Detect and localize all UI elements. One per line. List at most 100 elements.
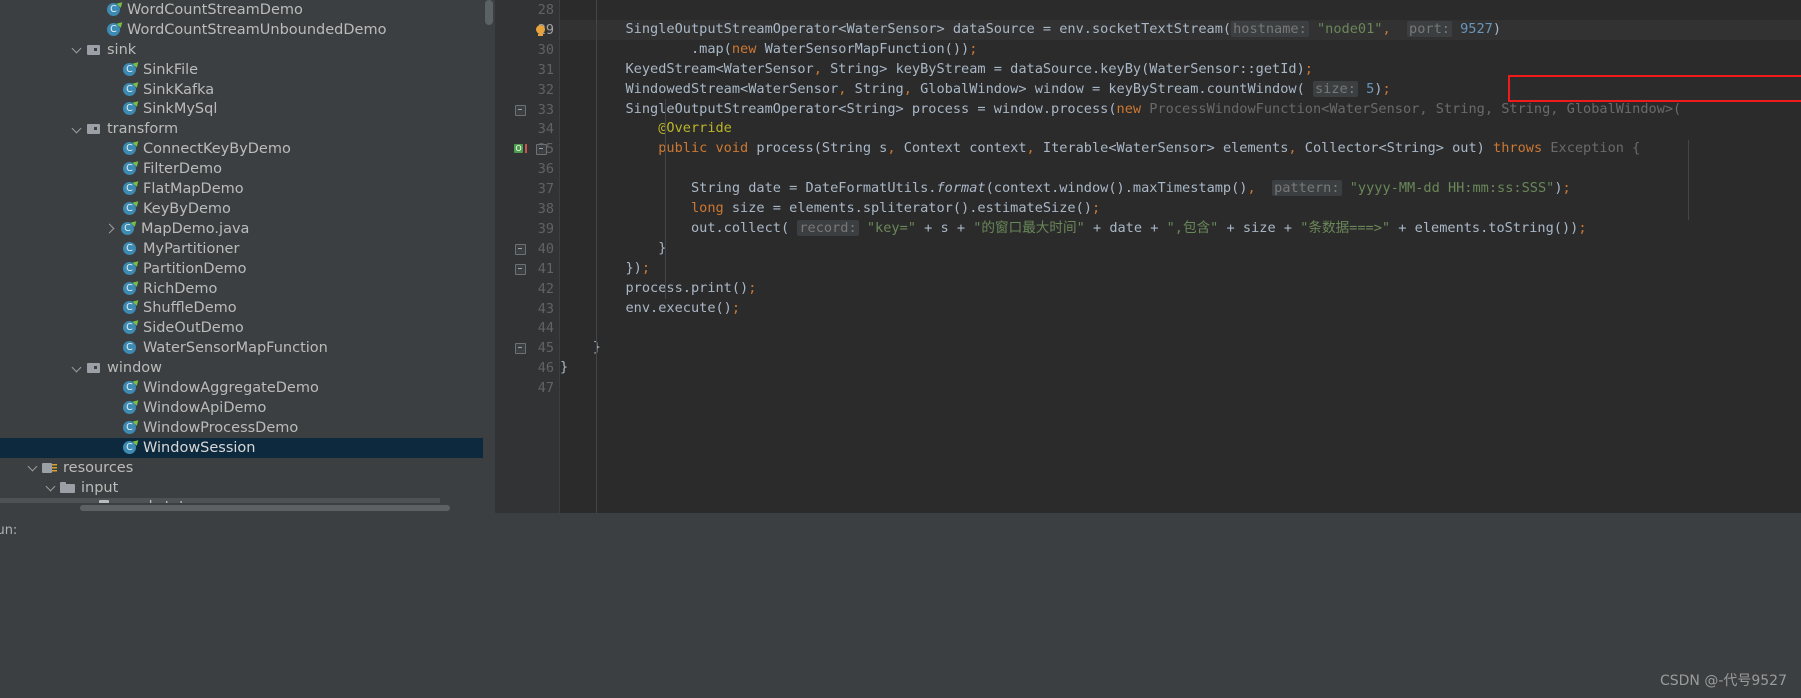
tree-item-richdemo[interactable]: RichDemo — [0, 278, 483, 299]
code-token: Exception { — [1542, 140, 1641, 157]
tree-item-label: WindowSession — [143, 439, 256, 456]
tree-item-windowaggregatedemo[interactable]: WindowAggregateDemo — [0, 378, 483, 398]
run-label: Run: — [0, 523, 18, 538]
tree-item-windowsession[interactable]: WindowSession — [0, 437, 483, 458]
code-token: "的窗口最大时间" — [973, 219, 1085, 236]
code-token: , — [1247, 180, 1256, 197]
tree-item-resources[interactable]: resources — [0, 458, 483, 478]
code-line-39[interactable]: out.collect( record: "key=" + s + "的窗口最大… — [560, 219, 1587, 239]
tree-horizontal-scrollbar[interactable] — [0, 503, 483, 513]
code-token: SingleOutputStreamOperator<WaterSensor> … — [560, 20, 1232, 37]
tree-item-label: MapDemo.java — [141, 220, 250, 237]
code-fold-icon[interactable] — [515, 263, 526, 275]
tree-item-wordcountstreamunboundeddemo[interactable]: WordCountStreamUnboundedDemo — [0, 19, 483, 40]
code-line-34[interactable]: @Override — [560, 119, 732, 139]
code-line-32[interactable]: WindowedStream<WaterSensor, String, Glob… — [560, 80, 1391, 100]
ide-window: WordCountStreamDemo WordCountStreamUnboun… — [0, 0, 1801, 698]
package-icon — [86, 360, 102, 376]
tree-item-wordcountstreamdemo[interactable]: WordCountStreamDemo — [0, 0, 483, 20]
tree-item-label: WordCountStreamDemo — [127, 1, 303, 18]
code-line-40[interactable]: } — [560, 239, 666, 259]
code-fold-icon[interactable] — [515, 243, 526, 255]
tree-item-shuffledemo[interactable]: ShuffleDemo — [0, 298, 483, 319]
code-token: (context.window().maxTimestamp() — [985, 180, 1248, 197]
tree-item-sink[interactable]: sink — [0, 40, 483, 60]
tree-item-keybydemo[interactable]: KeyByDemo — [0, 199, 483, 219]
code-fold-icon[interactable] — [515, 343, 526, 355]
chevron-down-icon[interactable] — [71, 43, 84, 56]
code-line-29[interactable]: SingleOutputStreamOperator<WaterSensor> … — [560, 20, 1501, 40]
code-line-35[interactable]: public void process(String s, Context co… — [560, 139, 1640, 159]
intention-bulb-icon[interactable] — [536, 24, 545, 36]
code-line-45[interactable]: } — [560, 338, 601, 358]
chevron-down-icon[interactable] — [71, 123, 84, 136]
code-fold-icon[interactable] — [515, 104, 526, 116]
tree-item-label: sink — [107, 41, 137, 58]
code-line-30[interactable]: .map(new WaterSensorMapFunction()); — [560, 40, 977, 60]
tree-item-sinkmysql[interactable]: SinkMySql — [0, 99, 483, 120]
java-class-runnable-icon — [122, 398, 141, 416]
tree-item-transform[interactable]: transform — [0, 119, 483, 139]
tree-item-sideoutdemo[interactable]: SideOutDemo — [0, 318, 483, 338]
tree-item-mypartitioner[interactable]: MyPartitioner — [0, 239, 483, 259]
tree-item-connectkeybydemo[interactable]: ConnectKeyByDemo — [0, 139, 483, 159]
tree-hscrollbar-thumb[interactable] — [80, 505, 450, 511]
tree-item-partitiondemo[interactable]: PartitionDemo — [0, 258, 483, 279]
line-number: 37 — [537, 181, 554, 198]
code-content[interactable]: SingleOutputStreamOperator<WaterSensor> … — [560, 0, 1801, 513]
chevron-down-icon[interactable] — [45, 481, 58, 494]
line-number: 42 — [537, 280, 554, 297]
code-line-31[interactable]: KeyedStream<WaterSensor, String> keyBySt… — [560, 60, 1313, 80]
tree-item-input[interactable]: input — [0, 478, 483, 498]
line-number: 40 — [537, 240, 554, 257]
chevron-down-icon[interactable] — [71, 362, 84, 375]
code-line-43[interactable]: env.execute(); — [560, 299, 740, 319]
tree-item-label: SinkMySql — [143, 101, 218, 118]
code-token: WaterSensorMapFunction()) — [756, 40, 970, 57]
tree-scrollbar-thumb[interactable] — [485, 0, 493, 25]
java-class-runnable-icon — [122, 278, 141, 297]
project-tree-panel[interactable]: WordCountStreamDemo WordCountStreamUnboun… — [0, 0, 495, 513]
tree-item-mapdemo-java[interactable]: MapDemo.java — [0, 218, 483, 239]
code-line-41[interactable]: }); — [560, 259, 650, 279]
tree-item-filterdemo[interactable]: FilterDemo — [0, 159, 483, 179]
code-token: WindowedStream<WaterSensor — [560, 80, 839, 97]
code-editor[interactable]: 2829303132333435363738394041424344454647… — [495, 0, 1801, 513]
tree-item-sinkfile[interactable]: SinkFile — [0, 59, 483, 80]
line-number: 46 — [537, 360, 554, 377]
editor-gutter[interactable]: 2829303132333435363738394041424344454647… — [495, 0, 560, 513]
tree-item-label: transform — [107, 121, 179, 138]
tree-item-label: ConnectKeyByDemo — [143, 141, 291, 158]
line-number: 43 — [537, 300, 554, 317]
line-number: 39 — [537, 220, 554, 237]
tree-item-watersensormapfunction[interactable]: WaterSensorMapFunction — [0, 338, 483, 358]
tree-vertical-scrollbar[interactable] — [483, 0, 495, 513]
code-line-42[interactable]: process.print(); — [560, 279, 756, 299]
code-line-38[interactable]: long size = elements.spliterator().estim… — [560, 199, 1100, 219]
indent-guide — [596, 0, 597, 513]
code-fold-icon[interactable] — [536, 144, 547, 156]
line-number: 36 — [537, 161, 554, 178]
tree-item-windowapidemo[interactable]: WindowApiDemo — [0, 398, 483, 418]
override-method-icon[interactable]: O — [514, 144, 523, 154]
code-line-46[interactable]: } — [560, 358, 568, 378]
code-line-33[interactable]: SingleOutputStreamOperator<String> proce… — [560, 100, 1681, 120]
tree-item-label: WindowApiDemo — [143, 399, 267, 416]
code-token: Collector<String> out) — [1296, 140, 1494, 157]
tree-item-label: WaterSensorMapFunction — [143, 340, 328, 357]
tree-item-sinkkafka[interactable]: SinkKafka — [0, 79, 483, 100]
tree-item-flatmapdemo[interactable]: FlatMapDemo — [0, 179, 483, 199]
tree-item-window[interactable]: window — [0, 358, 483, 378]
code-token: .map( — [560, 40, 732, 57]
chevron-down-icon[interactable] — [27, 461, 40, 474]
chevron-right-icon[interactable] — [105, 222, 118, 235]
code-token: record: — [797, 219, 859, 236]
code-line-37[interactable]: String date = DateFormatUtils.format(con… — [560, 179, 1571, 199]
tree-item-windowprocessdemo[interactable]: WindowProcessDemo — [0, 417, 483, 438]
java-class-runnable-icon — [122, 437, 141, 456]
code-token: process(String s — [756, 140, 888, 157]
code-token: String date = DateFormatUtils. — [560, 180, 937, 197]
